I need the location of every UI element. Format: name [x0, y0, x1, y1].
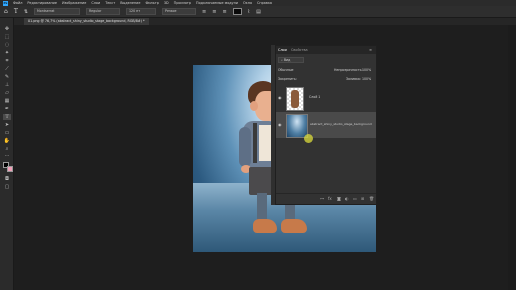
align-left-icon[interactable]: ≡	[202, 9, 206, 15]
layer-row[interactable]: ◉ Слой 1	[276, 85, 376, 111]
mask-icon[interactable]: ◙	[337, 196, 341, 201]
text-tool-icon[interactable]: T	[3, 114, 11, 120]
brush-tool-icon[interactable]: ✎	[3, 74, 11, 80]
photoshop-logo[interactable]: Ps	[3, 0, 8, 6]
font-style-select[interactable]: Regular	[86, 8, 121, 15]
move-tool-icon[interactable]: ✥	[3, 26, 11, 32]
document-tab-bar: 01.png @ 76,7% (abstract_shiny_studio_st…	[14, 18, 516, 25]
fill-field[interactable]: 100%	[362, 76, 371, 82]
layer-name[interactable]: Слой 1	[309, 95, 320, 99]
more-tools-icon[interactable]: …	[3, 152, 11, 158]
folder-icon[interactable]: ▭	[353, 196, 357, 201]
menu-select[interactable]: Выделение	[120, 1, 140, 5]
opacity-label: Непрозрачность:	[334, 68, 363, 72]
home-icon[interactable]: ⌂	[4, 8, 8, 15]
text-color-swatch[interactable]	[232, 8, 242, 15]
panel-menu-icon[interactable]: ≡	[367, 46, 374, 54]
gradient-tool-icon[interactable]: ▦	[3, 98, 11, 104]
pen-tool-icon[interactable]: ✒	[3, 106, 11, 112]
magic-wand-icon[interactable]: ✦	[3, 50, 11, 56]
menu-plugins[interactable]: Подключаемые модули	[196, 1, 238, 5]
panels-toggle-icon[interactable]: ▤	[256, 9, 261, 15]
options-bar: ⌂ T ⇅ Montserrat Regular 120 пт Резкое ≡…	[0, 6, 516, 18]
align-center-icon[interactable]: ≡	[212, 9, 216, 15]
opacity-field[interactable]: 100%	[362, 67, 371, 73]
eye-icon[interactable]: ◉	[278, 122, 282, 127]
hand-tool-icon[interactable]: ✋	[3, 138, 11, 144]
fx-icon[interactable]: fx	[328, 196, 332, 201]
font-family-select[interactable]: Montserrat	[34, 8, 81, 15]
adjustment-icon[interactable]: ◐	[345, 196, 349, 201]
layers-panel: Слои Свойства ≡ ⌕ Вид Обычные Непрозрачн…	[275, 45, 377, 205]
eyedropper-icon[interactable]: ⟋	[3, 66, 11, 72]
new-layer-icon[interactable]: ⊞	[361, 196, 364, 201]
eye-icon[interactable]: ◉	[278, 95, 282, 100]
trash-icon[interactable]: 🗑	[369, 196, 374, 201]
layer-filter-row: ⌕ Вид	[276, 57, 376, 64]
document-tab[interactable]: 01.png @ 76,7% (abstract_shiny_studio_st…	[24, 18, 149, 25]
thumbnail-character	[291, 90, 299, 108]
character-ear	[250, 101, 258, 111]
blend-row: Обычные Непрозрачность: 100%	[276, 67, 376, 74]
path-select-icon[interactable]: ➤	[3, 122, 11, 128]
cursor-highlight	[304, 134, 313, 143]
lasso-tool-icon[interactable]: ◌	[3, 42, 11, 48]
search-icon: ⌕	[281, 58, 283, 62]
fill-label: Заливка:	[346, 77, 361, 81]
text-tool-icon[interactable]: T	[14, 8, 18, 15]
right-scroll-area	[508, 25, 516, 290]
menu-text[interactable]: Текст	[105, 1, 115, 5]
layer-name[interactable]: abstract_shiny_studio_stage_background	[310, 122, 372, 126]
crop-tool-icon[interactable]: ⌗	[3, 58, 11, 64]
menu-file[interactable]: Файл	[13, 1, 22, 5]
menu-filter[interactable]: Фильтр	[145, 1, 158, 5]
character-shoe-left	[253, 219, 277, 233]
warp-text-icon[interactable]: ⌇	[248, 9, 250, 15]
background-color-swatch[interactable]	[7, 166, 13, 172]
menu-layers[interactable]: Слои	[91, 1, 100, 5]
filter-select[interactable]: ⌕ Вид	[278, 57, 304, 63]
lock-row: Закрепить: Заливка: 100%	[276, 76, 376, 83]
menu-view[interactable]: Просмотр	[174, 1, 191, 5]
blend-mode-select[interactable]: Обычные	[278, 67, 312, 73]
menu-image[interactable]: Изображение	[62, 1, 86, 5]
character-leg-left	[257, 193, 267, 221]
text-orientation-icon[interactable]: ⇅	[24, 9, 28, 15]
link-icon[interactable]: ⊶	[320, 196, 324, 201]
tab-properties[interactable]: Свойства	[289, 46, 310, 54]
align-right-icon[interactable]: ≡	[222, 9, 226, 15]
character-shoe-right	[281, 219, 307, 233]
tab-layers[interactable]: Слои	[276, 46, 289, 54]
quick-mask-icon[interactable]: ◘	[3, 176, 11, 182]
rectangle-tool-icon[interactable]: ▭	[3, 130, 11, 136]
panel-tabs: Слои Свойства ≡	[276, 46, 376, 54]
menu-window[interactable]: Окно	[243, 1, 252, 5]
lock-label: Закрепить:	[278, 77, 297, 81]
screen-mode-icon[interactable]: ▢	[3, 184, 11, 190]
menu-help[interactable]: Справка	[257, 1, 272, 5]
font-size-select[interactable]: 120 пт	[126, 8, 157, 15]
anti-alias-select[interactable]: Резкое	[162, 8, 197, 15]
panel-bottom-bar: ⊶ fx ◙ ◐ ▭ ⊞ 🗑	[276, 193, 376, 204]
menu-edit[interactable]: Редактирование	[27, 1, 57, 5]
eraser-tool-icon[interactable]: ▱	[3, 90, 11, 96]
filter-label: Вид	[283, 58, 291, 62]
stamp-tool-icon[interactable]: ⊥	[3, 82, 11, 88]
layer-thumbnail	[286, 87, 304, 111]
marquee-tool-icon[interactable]: ⬚	[3, 34, 11, 40]
menu-3d[interactable]: 3D	[164, 1, 169, 5]
character-strap	[253, 123, 257, 163]
character-arm	[239, 127, 251, 167]
tools-panel: ✥ ⬚ ◌ ✦ ⌗ ⟋ ✎ ⊥ ▱ ▦ ✒ T ➤ ▭ ✋ ⌕ … ◘ ▢	[0, 18, 14, 290]
layer-row-selected[interactable]: ◉ abstract_shiny_studio_stage_background	[276, 112, 376, 138]
